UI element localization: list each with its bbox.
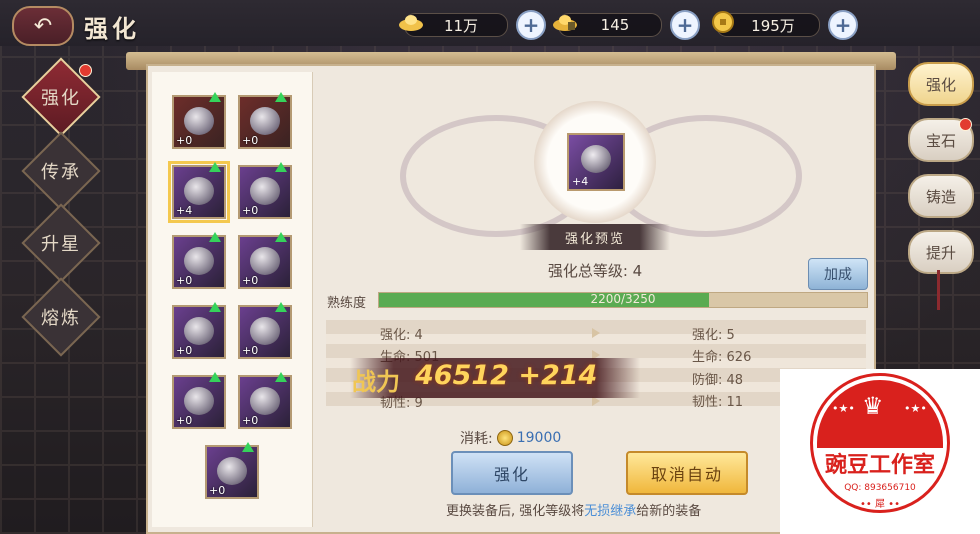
proficiency-text: 2200/3250: [590, 292, 656, 306]
coin-icon: [708, 7, 738, 37]
total-enhance-level: 强化总等级: 4: [547, 262, 643, 280]
enhance-button[interactable]: 强化: [451, 451, 573, 495]
add-silver-button[interactable]: +: [516, 10, 546, 40]
boots-icon: [184, 387, 214, 415]
necklace-icon: [250, 177, 280, 205]
upgrade-arrow-icon: [209, 372, 221, 382]
left-tab-enhance[interactable]: 强化: [21, 57, 101, 137]
equipment-slot[interactable]: +0: [172, 302, 226, 359]
cost-row: 消耗: 19000: [460, 428, 561, 448]
right-tab-enhance[interactable]: 强化: [908, 62, 974, 106]
amulet-icon: [250, 247, 280, 275]
upgrade-arrow-icon: [242, 442, 254, 452]
cost-value: 19000: [516, 430, 562, 446]
left-tab-smelt[interactable]: 熔炼: [21, 277, 101, 357]
combat-power-value: 46512 +214: [415, 360, 598, 391]
ring-icon: [250, 387, 280, 415]
currency-silver: 11万 +: [399, 10, 546, 40]
back-button[interactable]: ↶: [12, 6, 74, 46]
right-tab-gem[interactable]: 宝石: [908, 118, 974, 162]
right-tab-forge[interactable]: 铸造: [908, 174, 974, 218]
stat-next: 强化: 5: [692, 328, 735, 343]
stat-next: 防御: 48: [692, 373, 744, 388]
armor-icon: [581, 145, 611, 173]
gauntlet-icon: [250, 317, 280, 345]
watermark: ♛ •★• •★• 豌豆工作室 QQ: 893656710 •• 犀 ••: [780, 369, 980, 534]
cancel-auto-button[interactable]: 取消自动: [626, 451, 748, 495]
equipment-slot[interactable]: +0: [238, 92, 292, 149]
upgrade-arrow-icon: [275, 162, 287, 172]
equipment-slot[interactable]: +0: [205, 442, 259, 499]
upgrade-arrow-icon: [209, 232, 221, 242]
currency-coin: 195万 +: [712, 10, 858, 40]
equipment-slot[interactable]: +0: [238, 302, 292, 359]
tab-label: 传承: [41, 162, 81, 183]
upgrade-arrow-icon: [209, 302, 221, 312]
upgrade-arrow-icon: [275, 372, 287, 382]
equipment-slot[interactable]: +0: [238, 372, 292, 429]
tab-label: 熔炼: [41, 308, 81, 329]
gold-ingot-icon: [550, 7, 580, 37]
left-tab-star-up[interactable]: 升星: [21, 203, 101, 283]
coin-icon: [496, 430, 513, 446]
bonus-button[interactable]: 加成: [808, 258, 868, 290]
watermark-qq: QQ: 893656710: [844, 483, 916, 493]
equipment-slot[interactable]: +0: [172, 372, 226, 429]
stat-current: 强化: 4: [380, 328, 423, 343]
watermark-name: 豌豆工作室: [824, 452, 935, 478]
currency-gold: 145 +: [553, 10, 700, 40]
back-arrow-icon: ↶: [33, 13, 53, 39]
tab-label: 升星: [41, 234, 81, 255]
crown-icon: ♛: [862, 392, 884, 420]
preview-banner: 强化预览: [520, 224, 670, 250]
equipment-slot[interactable]: +0: [238, 162, 292, 219]
helmet-icon: [184, 107, 214, 135]
belt-icon: [184, 317, 214, 345]
preview-item: +4: [567, 133, 625, 191]
proficiency-bar: 2200/3250: [378, 292, 868, 308]
equipment-slot[interactable]: +0: [238, 232, 292, 289]
upgrade-arrow-icon: [275, 92, 287, 102]
combat-power-label: 战力: [352, 367, 400, 396]
hint-text: 更换装备后, 强化等级将无损继承给新的装备: [446, 504, 702, 519]
upgrade-arrow-icon: [209, 92, 221, 102]
equipment-slot-selected[interactable]: +4: [168, 161, 230, 223]
tab-label: 强化: [41, 88, 81, 109]
add-coin-button[interactable]: +: [828, 10, 858, 40]
notification-dot: [959, 118, 972, 131]
silver-ingot-icon: [396, 7, 426, 37]
upgrade-arrow-icon: [275, 302, 287, 312]
tassel-ornament: [937, 270, 940, 310]
bracelet-icon: [184, 247, 214, 275]
watermark-bottom: •• 犀 ••: [860, 499, 900, 510]
stat-next: 生命: 626: [692, 350, 752, 365]
stat-next: 韧性: 11: [692, 395, 744, 410]
equipment-slot[interactable]: +0: [172, 92, 226, 149]
upgrade-arrow-icon: [209, 162, 221, 172]
proficiency-label: 熟练度: [327, 296, 367, 311]
helmet-icon: [250, 107, 280, 135]
arrow-right-icon: [592, 328, 600, 338]
upgrade-arrow-icon: [275, 232, 287, 242]
armor-icon: [184, 177, 214, 205]
add-gold-button[interactable]: +: [670, 10, 700, 40]
notification-dot: [79, 64, 92, 77]
weapon-icon: [217, 457, 247, 485]
page-title: 强化: [84, 14, 140, 43]
cost-label: 消耗:: [460, 431, 493, 447]
equipment-slot[interactable]: +0: [172, 232, 226, 289]
right-tab-improve[interactable]: 提升: [908, 230, 974, 274]
left-tab-inherit[interactable]: 传承: [21, 131, 101, 211]
